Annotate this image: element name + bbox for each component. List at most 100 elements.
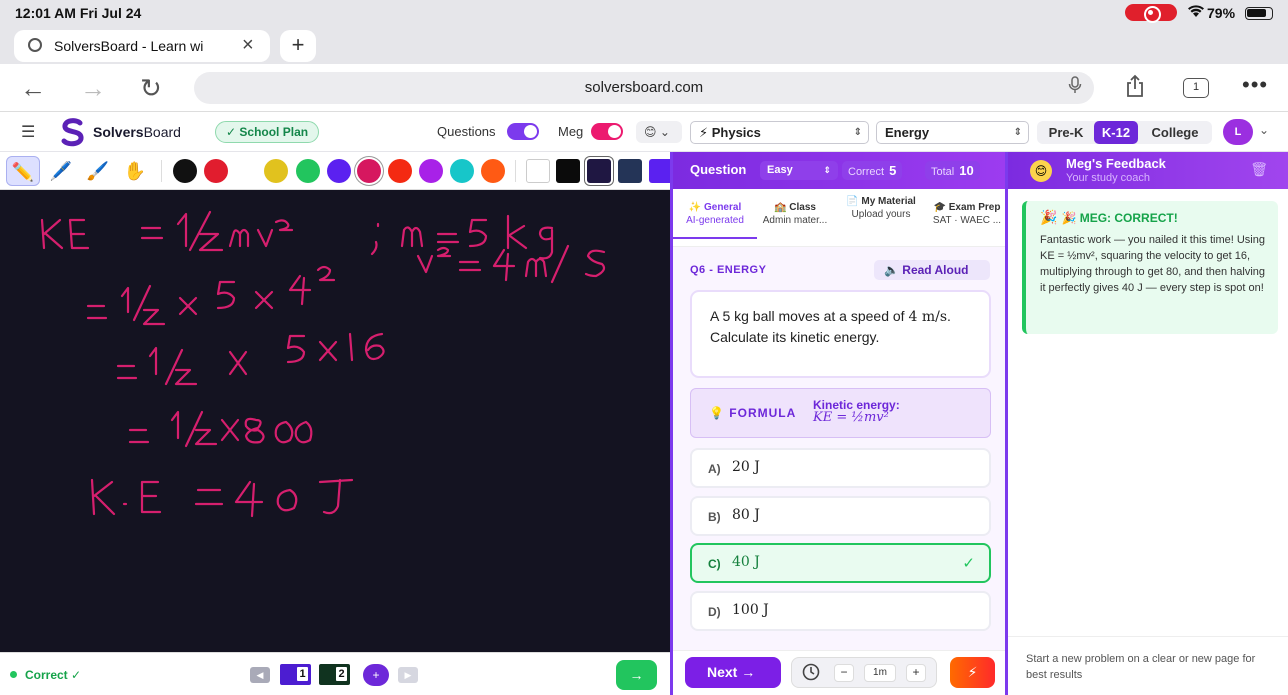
color-swatch-orange[interactable]: [481, 159, 505, 183]
add-page-button[interactable]: +: [363, 664, 389, 686]
url-field[interactable]: solversboard.com: [194, 72, 1094, 104]
questions-toggle-label: Questions: [437, 124, 496, 139]
screen-recording-indicator[interactable]: [1125, 4, 1177, 23]
color-swatch-pink-selected[interactable]: [357, 159, 381, 183]
pen-icon[interactable]: 🖊️: [44, 156, 78, 186]
answer-option-d[interactable]: D) 100 J: [690, 590, 991, 631]
trash-icon[interactable]: 🗑: [1250, 161, 1268, 178]
answer-option-a[interactable]: A) 20 J: [690, 448, 991, 488]
feedback-footer-hint: Start a new problem on a clear or new pa…: [1026, 653, 1256, 681]
tab-class-subtitle: Admin mater...: [762, 215, 828, 226]
lightning-boost-button[interactable]: ⚡: [950, 657, 995, 688]
timer-decrease-button[interactable]: −: [834, 664, 854, 682]
submit-arrow-button[interactable]: →: [616, 660, 657, 690]
feedback-panel-header: 😊 Meg's Feedback Your study coach 🗑: [1008, 152, 1288, 189]
background-swatch-slate[interactable]: [618, 159, 642, 183]
color-swatch-black[interactable]: [173, 159, 197, 183]
grade-college[interactable]: College: [1141, 121, 1209, 144]
background-swatch-black[interactable]: [556, 159, 580, 183]
mood-selector[interactable]: 😊 ⌄: [636, 121, 682, 143]
color-swatch-cyan[interactable]: [450, 159, 474, 183]
chevron-down-icon: ⌄: [659, 125, 670, 139]
subject-select[interactable]: ⚡ Physics ⇕: [690, 121, 869, 144]
solversboard-logo-icon: [58, 117, 88, 147]
brand-name: SolversBoard: [93, 124, 181, 140]
question-panel-title: Question: [690, 162, 747, 177]
color-swatch-indigo[interactable]: [327, 159, 351, 183]
hand-icon[interactable]: ✋: [118, 156, 152, 186]
confetti-icon: 🎉: [1040, 209, 1058, 225]
pencil-icon[interactable]: ✏️: [6, 156, 40, 186]
background-swatch-navy-selected[interactable]: [587, 159, 611, 183]
avatar: L: [1223, 119, 1253, 145]
correct-count-badge: Correct 5: [842, 161, 903, 180]
reload-icon[interactable]: ↻: [140, 73, 162, 104]
previous-page-icon[interactable]: ◀: [250, 667, 270, 683]
difficulty-select[interactable]: Easy ⇕: [760, 161, 838, 180]
grade-pre-k[interactable]: Pre-K: [1039, 121, 1093, 144]
question-card: A 5 kg ball moves at a speed of 4 m/s. C…: [690, 290, 991, 378]
page-thumbnail-2[interactable]: 2: [319, 664, 350, 685]
answer-status: Correct ✓: [10, 668, 81, 682]
formula-label: 💡 FORMULA: [709, 406, 796, 420]
option-letter: D): [708, 604, 721, 619]
tab-class[interactable]: 🏫 Class Admin mater...: [753, 201, 837, 227]
school-plan-badge: ✓ School Plan: [215, 121, 320, 143]
tab-my-material[interactable]: 📄 My Material Upload yours: [839, 195, 923, 221]
topic-value: Energy: [885, 125, 930, 140]
user-menu[interactable]: L ⌄: [1223, 119, 1269, 145]
read-aloud-button[interactable]: 🔈 Read Aloud: [874, 260, 990, 280]
tab-count-button[interactable]: 1: [1183, 78, 1209, 98]
toolbar-divider: [515, 160, 516, 182]
next-button[interactable]: Next →: [685, 657, 781, 688]
question-text: A 5 kg ball moves at a speed of: [710, 308, 905, 324]
topic-select[interactable]: Energy ⇕: [876, 121, 1029, 144]
url-text: solversboard.com: [584, 79, 704, 96]
checkmark-icon: ✓: [962, 555, 975, 572]
formula-label-text: FORMULA: [729, 406, 797, 420]
whiteboard-canvas[interactable]: [0, 190, 670, 652]
subject-value: ⚡ Physics: [699, 125, 761, 140]
questions-toggle[interactable]: [507, 123, 539, 140]
page-number: 2: [336, 667, 347, 681]
timer-increase-button[interactable]: +: [906, 664, 926, 682]
forward-arrow-icon[interactable]: →: [80, 73, 106, 104]
meg-toggle[interactable]: [591, 123, 623, 140]
more-options-icon[interactable]: •••: [1242, 72, 1268, 98]
tab-exam-prep[interactable]: 🎓 Exam Prep SAT · WAEC ...: [925, 201, 1005, 227]
page-thumbnail-1[interactable]: 1: [280, 664, 311, 685]
new-tab-button[interactable]: +: [280, 30, 316, 62]
answer-status-text: Correct ✓: [25, 668, 82, 682]
next-page-icon[interactable]: ▶: [398, 667, 418, 683]
answer-option-c[interactable]: C) 40 J ✓: [690, 543, 991, 583]
grade-k-12[interactable]: K-12: [1094, 121, 1138, 144]
feedback-title: Meg's Feedback: [1066, 156, 1166, 171]
question-panel-header: Question Easy ⇕ Correct 5 Total 10: [673, 152, 1005, 189]
feedback-result-text: 🎉 MEG: CORRECT!: [1061, 211, 1178, 225]
color-swatch-red[interactable]: [204, 159, 228, 183]
option-value: 40 J: [732, 554, 760, 570]
feedback-panel: 😊 Meg's Feedback Your study coach 🗑 🎉 🎉 M…: [1008, 152, 1288, 695]
background-swatch-white[interactable]: [526, 159, 550, 183]
color-swatch-purple[interactable]: [419, 159, 443, 183]
tab-general[interactable]: ✨ General AI-generated: [673, 201, 757, 239]
answer-option-b[interactable]: B) 80 J: [690, 495, 991, 536]
color-swatch-yellow[interactable]: [264, 159, 288, 183]
close-tab-icon[interactable]: ×: [242, 34, 254, 57]
color-swatch-orange-red[interactable]: [388, 159, 412, 183]
share-icon[interactable]: [1123, 74, 1147, 98]
formula-card: 💡 FORMULA Kinetic energy: KE = ½mv²: [690, 388, 991, 438]
back-arrow-icon[interactable]: ←: [20, 73, 46, 104]
color-swatch-green[interactable]: [296, 159, 320, 183]
toolbar-divider: [161, 160, 162, 182]
menu-icon[interactable]: ☰: [21, 122, 35, 142]
browser-tab[interactable]: SolversBoard - Learn wi ×: [14, 30, 270, 62]
battery-icon: [1245, 7, 1273, 20]
brush-icon[interactable]: 🖌️: [81, 156, 115, 186]
background-swatch-indigo[interactable]: [649, 159, 670, 183]
handwriting-strokes: [40, 210, 606, 518]
microphone-icon[interactable]: [1068, 76, 1082, 99]
option-letter: C): [708, 557, 721, 571]
total-value: 10: [959, 163, 974, 178]
lightbulb-icon: 💡: [709, 406, 725, 420]
